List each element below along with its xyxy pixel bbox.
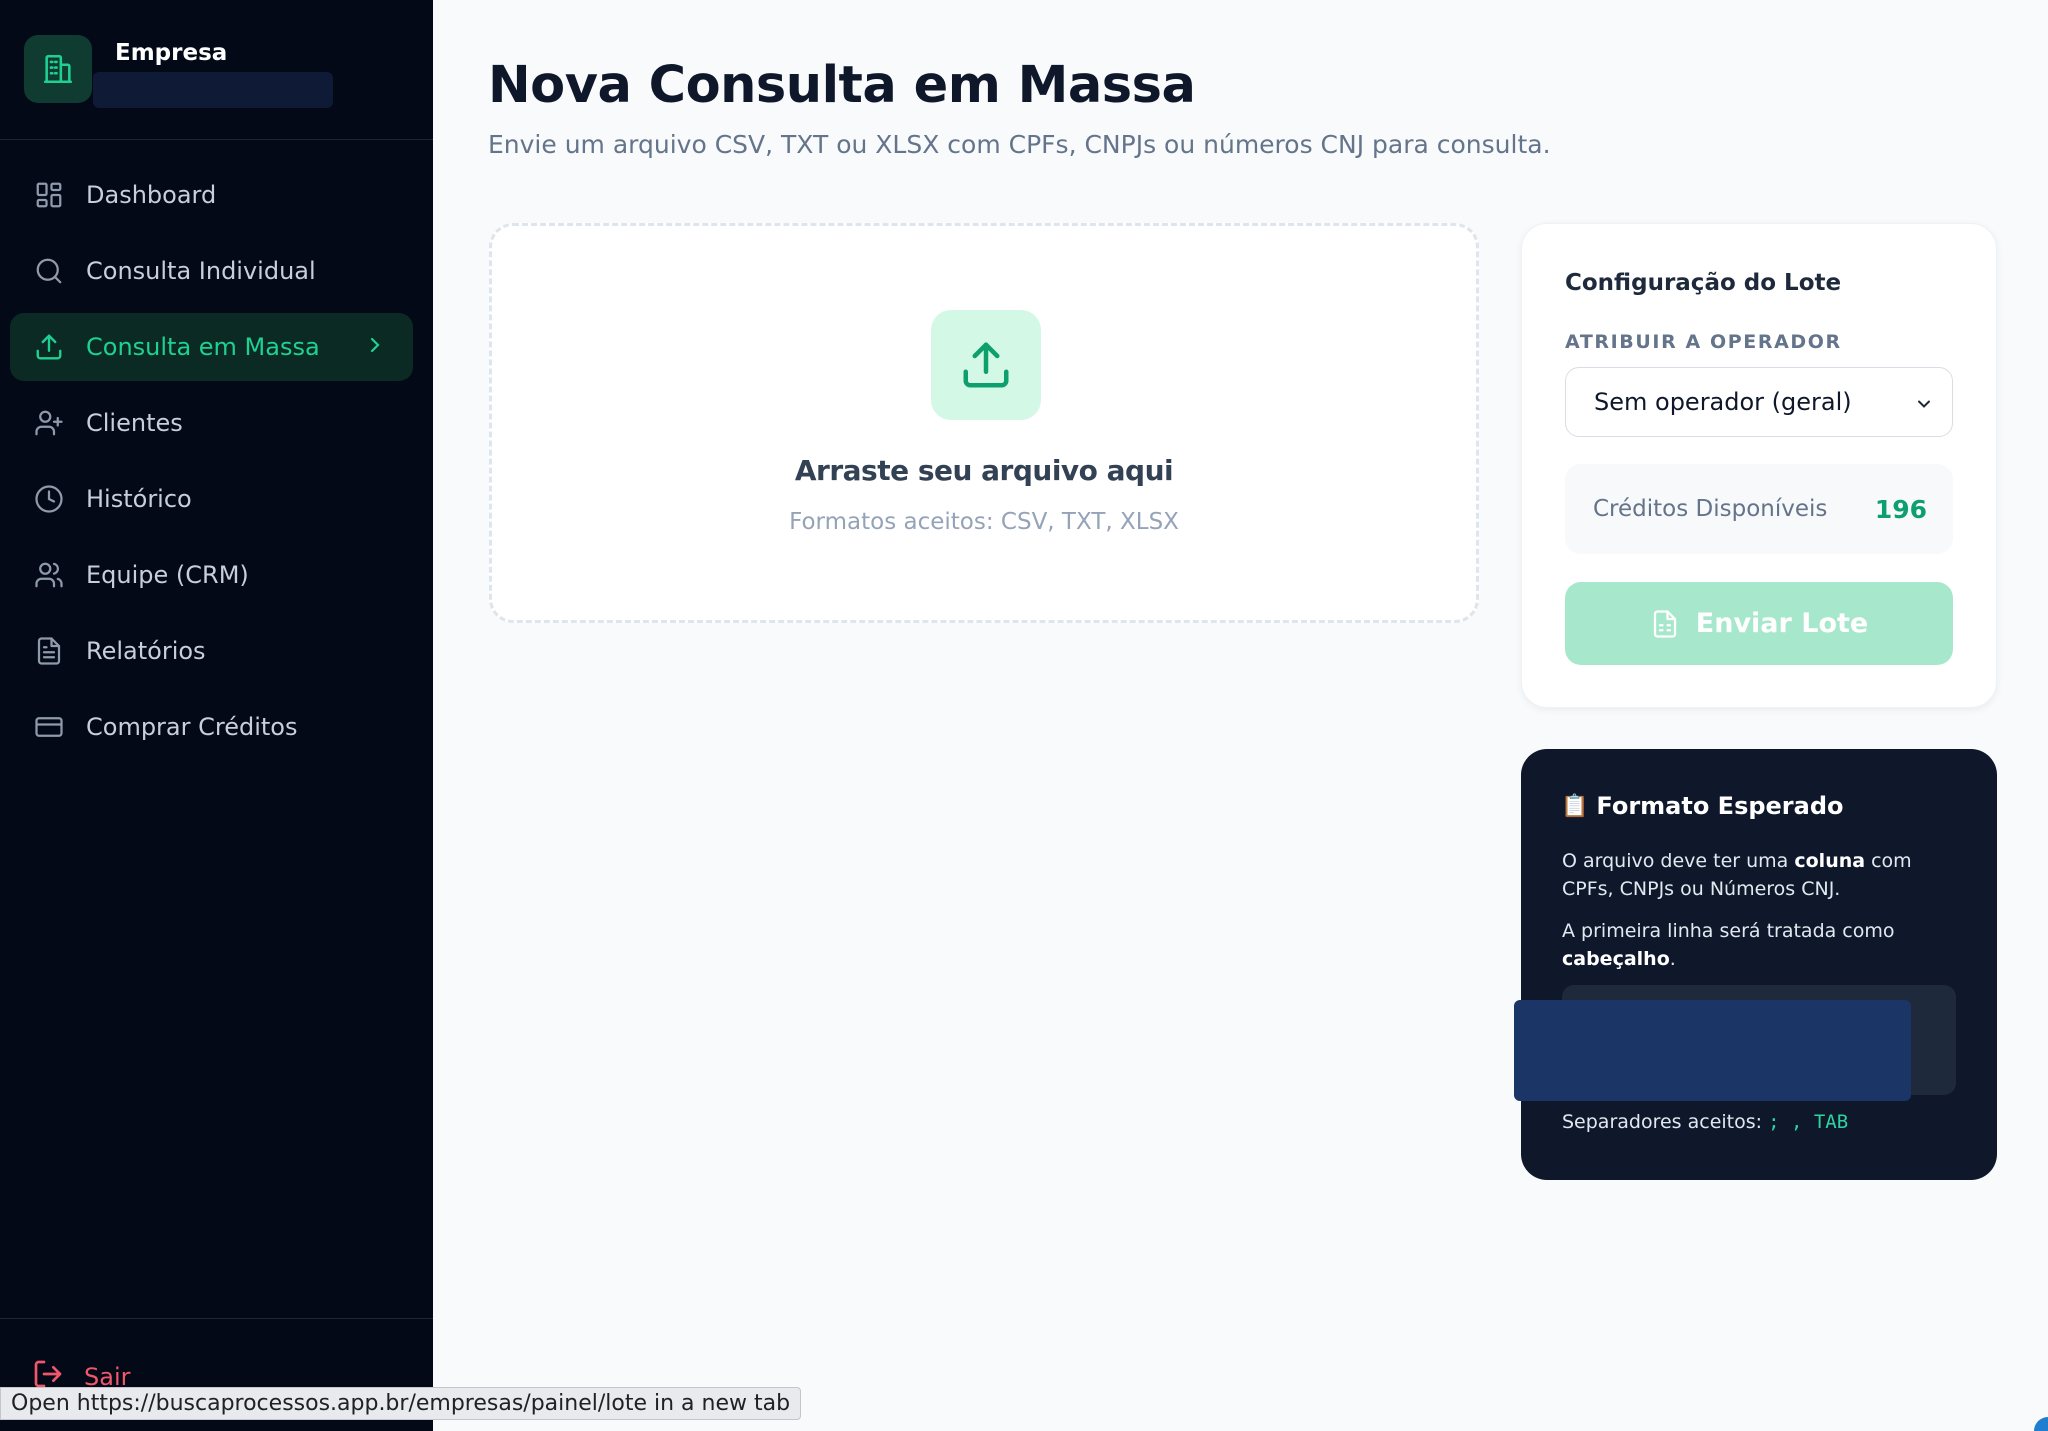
text: O arquivo deve ter uma (1562, 850, 1795, 872)
status-url: https://buscaprocessos.app.br/empresas/p… (76, 1391, 647, 1416)
sidebar-item-label: Equipe (CRM) (86, 561, 249, 589)
dashboard-grid-icon (32, 178, 66, 212)
format-title-text: Formato Esperado (1596, 792, 1844, 820)
operator-selected-value: Sem operador (geral) (1594, 388, 1852, 416)
text-bold: cabeçalho (1562, 948, 1670, 970)
batch-config-card: Configuração do Lote ATRIBUIR A OPERADOR… (1521, 223, 1997, 708)
format-description: O arquivo deve ter uma coluna com CPFs, … (1562, 847, 1962, 903)
company-name: Empresa (115, 40, 228, 66)
sidebar-item-label: Comprar Créditos (86, 713, 298, 741)
divider (0, 139, 433, 140)
upload-icon (32, 330, 66, 364)
window-corner (2034, 1417, 2048, 1431)
sidebar-item-historico[interactable]: Histórico (10, 465, 413, 533)
clock-icon (32, 482, 66, 516)
sidebar-item-equipe[interactable]: Equipe (CRM) (10, 541, 413, 609)
file-icon (1650, 609, 1680, 639)
send-batch-label: Enviar Lote (1695, 608, 1869, 639)
page-title: Nova Consulta em Massa (488, 56, 1196, 115)
expected-format-card: 📋 Formato Esperado O arquivo deve ter um… (1521, 749, 1997, 1180)
sidebar-item-label: Dashboard (86, 181, 217, 209)
chevron-down-icon (1914, 392, 1934, 420)
sidebar-item-clientes[interactable]: Clientes (10, 389, 413, 457)
format-title: 📋 Formato Esperado (1561, 792, 1844, 820)
sidebar-nav: Dashboard Consulta Individual Consulta e… (10, 161, 413, 769)
upload-icon (931, 310, 1041, 420)
text: . (1669, 948, 1676, 970)
credits-value: 196 (1874, 495, 1927, 524)
divider (0, 1318, 433, 1319)
link-status-bar: Open https://buscaprocessos.app.br/empre… (0, 1387, 802, 1420)
search-icon (32, 254, 66, 288)
sidebar-item-dashboard[interactable]: Dashboard (10, 161, 413, 229)
building-icon (24, 35, 92, 103)
credit-card-icon (32, 710, 66, 744)
user-plus-icon (32, 406, 66, 440)
users-icon (32, 558, 66, 592)
text-bold: coluna (1794, 850, 1866, 872)
sidebar-item-relatorios[interactable]: Relatórios (10, 617, 413, 685)
file-dropzone[interactable]: Arraste seu arquivo aqui Formatos aceito… (489, 223, 1479, 623)
clipboard-icon: 📋 (1561, 793, 1589, 819)
operator-label: ATRIBUIR A OPERADOR (1565, 331, 1842, 353)
redacted-block (1514, 1000, 1911, 1101)
format-header-note: A primeira linha será tratada como cabeç… (1562, 917, 1962, 973)
card-title: Configuração do Lote (1565, 270, 1842, 296)
sidebar-item-label: Consulta Individual (86, 257, 316, 285)
status-prefix: Open (11, 1391, 77, 1416)
separators-value: ; , TAB (1768, 1111, 1849, 1133)
brand: Empresa (24, 35, 333, 108)
page-subtitle: Envie um arquivo CSV, TXT ou XLSX com CP… (488, 130, 1551, 159)
dropzone-title: Arraste seu arquivo aqui (794, 454, 1174, 487)
sidebar-item-label: Histórico (86, 485, 192, 513)
sidebar-item-comprar-creditos[interactable]: Comprar Créditos (10, 693, 413, 761)
redacted-block (93, 72, 333, 108)
sidebar-item-label: Consulta em Massa (86, 333, 320, 361)
chevron-right-icon (363, 333, 387, 363)
text: A primeira linha será tratada como (1562, 920, 1895, 942)
send-batch-button[interactable]: Enviar Lote (1565, 582, 1953, 665)
sidebar-item-consulta-em-massa[interactable]: Consulta em Massa (10, 313, 413, 381)
document-icon (32, 634, 66, 668)
sidebar: Empresa Dashboard Consulta Individual Co… (0, 0, 433, 1431)
sidebar-item-label: Clientes (86, 409, 183, 437)
status-suffix: in a new tab (647, 1391, 791, 1416)
sidebar-item-consulta-individual[interactable]: Consulta Individual (10, 237, 413, 305)
sidebar-item-label: Relatórios (86, 637, 206, 665)
dropzone-formats: Formatos aceitos: CSV, TXT, XLSX (789, 509, 1179, 535)
credits-label: Créditos Disponíveis (1593, 496, 1828, 522)
credits-panel: Créditos Disponíveis 196 (1565, 464, 1953, 554)
text: Separadores aceitos: (1562, 1111, 1769, 1133)
separators-note: Separadores aceitos: ; , TAB (1562, 1111, 1848, 1133)
operator-select[interactable]: Sem operador (geral) (1565, 367, 1953, 437)
